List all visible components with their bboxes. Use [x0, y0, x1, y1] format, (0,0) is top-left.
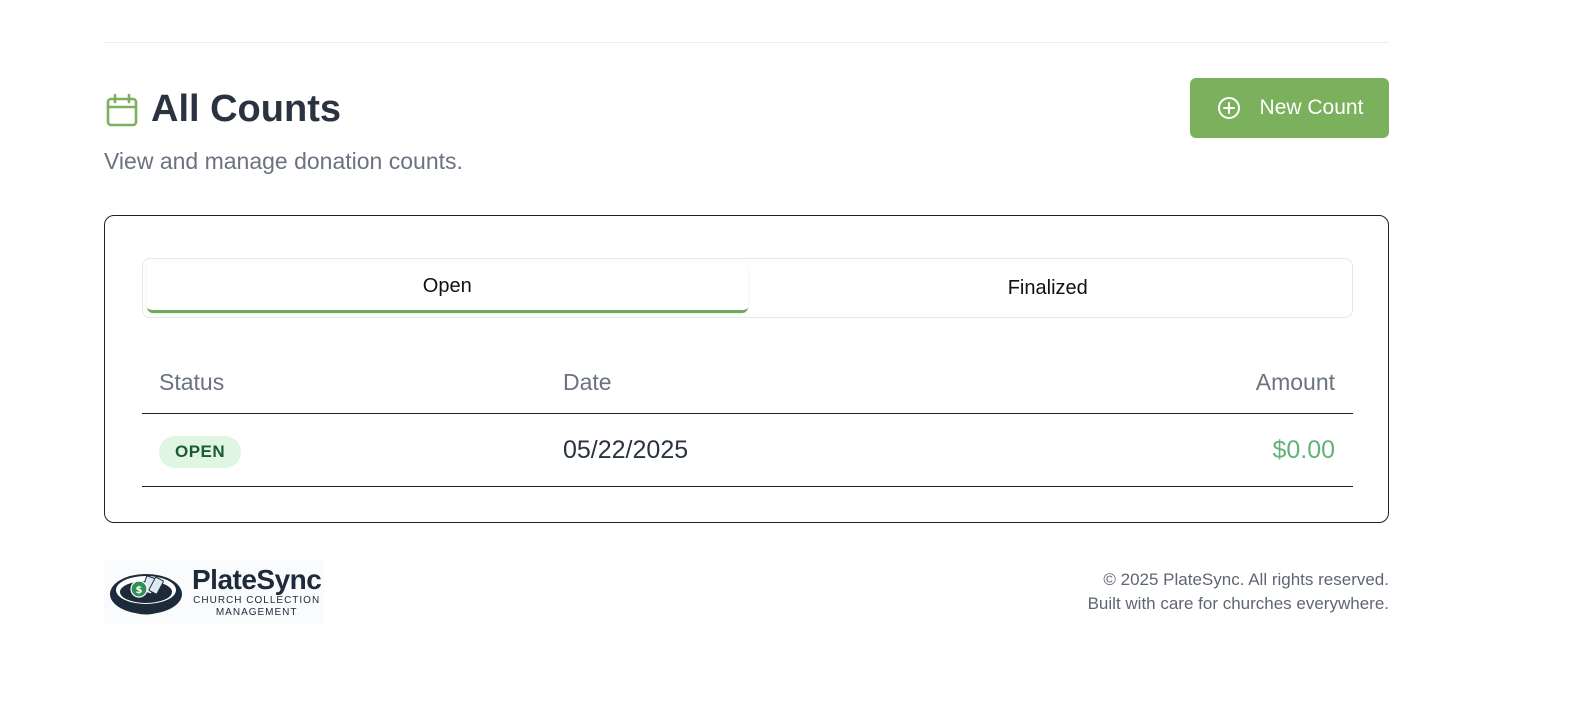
counts-table: Status Date Amount OPEN 05/22/2025 $0.00: [142, 364, 1353, 487]
calendar-icon: [104, 92, 140, 128]
svg-text:$: $: [136, 585, 143, 596]
footer-copyright: © 2025 PlateSync. All rights reserved. B…: [1088, 568, 1389, 616]
top-divider: [104, 42, 1389, 43]
tab-open[interactable]: Open: [147, 263, 748, 313]
column-header-status[interactable]: Status: [159, 369, 224, 396]
row-amount: $0.00: [1272, 436, 1335, 464]
row-date: 05/22/2025: [563, 436, 689, 464]
table-row[interactable]: OPEN 05/22/2025 $0.00: [142, 414, 1353, 487]
page-header: All Counts New Count: [104, 78, 1389, 138]
footer: $ PlateSync CHURCH COLLECTION MANAGEMENT…: [104, 560, 1389, 626]
logo-name: PlateSync: [192, 564, 322, 595]
page-subtitle: View and manage donation counts.: [104, 148, 463, 174]
platesync-logo[interactable]: $ PlateSync CHURCH COLLECTION MANAGEMENT: [104, 560, 324, 624]
status-tabs: Open Finalized: [142, 258, 1353, 318]
copyright-text: © 2025 PlateSync. All rights reserved.: [1103, 570, 1389, 589]
title-wrap: All Counts: [104, 88, 341, 131]
logo-tagline-1: CHURCH COLLECTION: [193, 595, 321, 606]
logo-text: PlateSync CHURCH COLLECTION MANAGEMENT: [192, 564, 322, 619]
new-count-button[interactable]: New Count: [1190, 78, 1389, 138]
column-header-amount[interactable]: Amount: [1256, 369, 1335, 396]
footer-tagline: Built with care for churches everywhere.: [1087, 594, 1389, 613]
table-header: Status Date Amount: [142, 364, 1353, 414]
status-badge: OPEN: [159, 436, 242, 468]
tab-finalized[interactable]: Finalized: [748, 263, 1349, 313]
plus-circle-icon: [1216, 95, 1242, 121]
page-title: All Counts: [151, 88, 341, 130]
logo-tagline-2: MANAGEMENT: [215, 607, 298, 618]
counts-card: Open Finalized Status Date Amount OPEN 0…: [104, 215, 1389, 523]
collection-plate-icon: $: [108, 562, 188, 622]
column-header-date[interactable]: Date: [563, 369, 612, 396]
new-count-label: New Count: [1259, 96, 1364, 119]
